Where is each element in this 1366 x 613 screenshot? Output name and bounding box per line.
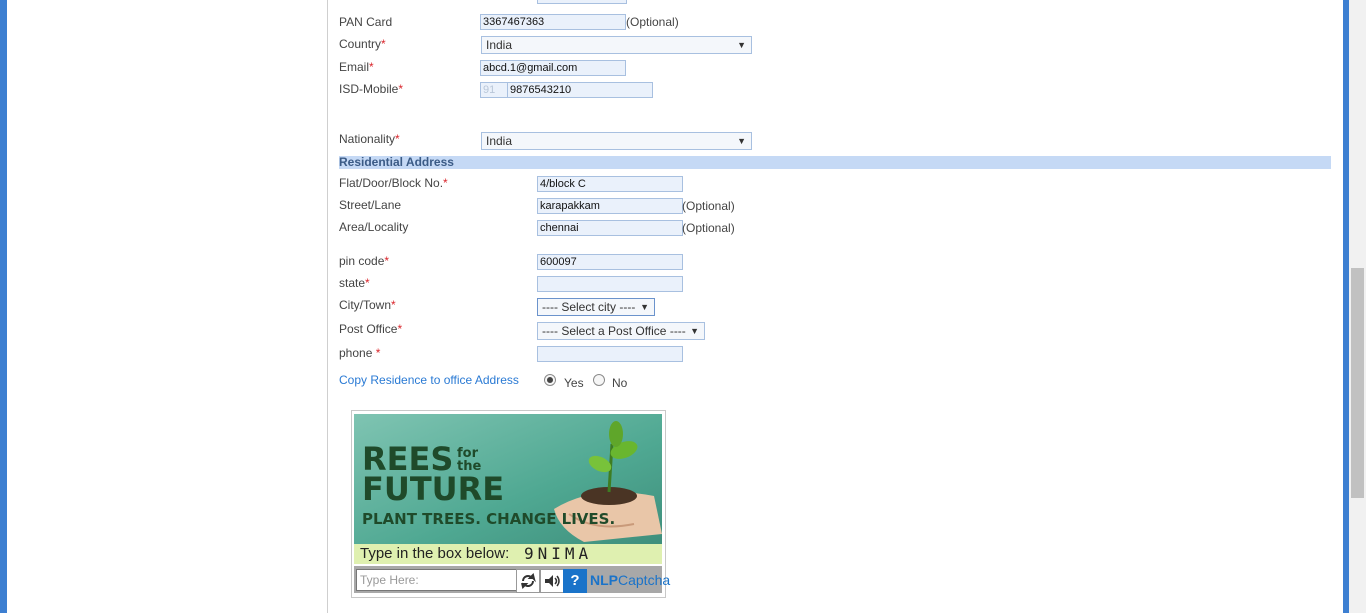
help-icon[interactable]: ?	[563, 569, 587, 593]
pan-input[interactable]: 3367467363	[480, 14, 626, 30]
radio-selected-dot	[547, 377, 553, 383]
copy-yes-label: Yes	[564, 376, 584, 390]
flat-input[interactable]: 4/block C	[537, 176, 683, 192]
street-label: Street/Lane	[339, 198, 402, 212]
pan-optional-note: (Optional)	[626, 15, 679, 29]
state-input[interactable]	[537, 276, 683, 292]
isd-mobile-label: ISD-Mobile*	[339, 82, 404, 96]
chevron-down-icon: ▼	[737, 40, 746, 50]
copy-yes-radio[interactable]	[544, 374, 556, 386]
email-input[interactable]: abcd.1@gmail.com	[480, 60, 626, 76]
country-selected-value: India	[486, 38, 513, 52]
svg-text:PLANT TREES. CHANGE LIVES.: PLANT TREES. CHANGE LIVES.	[362, 510, 615, 528]
copy-no-radio[interactable]	[593, 374, 605, 386]
copy-no-label: No	[612, 376, 628, 390]
svg-text:FUTURE: FUTURE	[362, 470, 504, 508]
chevron-down-icon: ▼	[690, 326, 699, 336]
copy-residence-label: Copy Residence to office Address	[339, 373, 519, 387]
pan-label: PAN Card	[339, 15, 393, 29]
chevron-down-icon: ▼	[640, 302, 649, 312]
pin-input[interactable]: 600097	[537, 254, 683, 270]
captcha-instruction-bar: Type in the box below: 9NIMA	[354, 544, 662, 564]
captcha-ad-image: REES for the FUTURE PLANT TREES. CHANGE …	[354, 414, 662, 544]
nationality-selected-value: India	[486, 134, 513, 148]
refresh-icon[interactable]	[516, 569, 540, 593]
country-label: Country*	[339, 37, 386, 51]
captcha-ad-graphic: REES for the FUTURE PLANT TREES. CHANGE …	[354, 414, 662, 544]
phone-label: phone *	[339, 346, 381, 360]
city-selected-value: ---- Select city ----	[542, 300, 636, 314]
speaker-icon[interactable]	[540, 569, 564, 593]
area-label: Area/Locality	[339, 220, 409, 234]
chevron-down-icon: ▼	[737, 136, 746, 146]
street-optional-note: (Optional)	[682, 199, 735, 213]
flat-label: Flat/Door/Block No.*	[339, 176, 448, 190]
residential-address-heading: Residential Address	[339, 156, 1331, 169]
nationality-label: Nationality*	[339, 132, 400, 146]
post-office-selected-value: ---- Select a Post Office ----	[542, 324, 686, 338]
mobile-input[interactable]: 9876543210	[507, 82, 653, 98]
captcha-code: 9NIMA	[524, 544, 593, 563]
area-input[interactable]: chennai	[537, 220, 683, 236]
area-optional-note: (Optional)	[682, 221, 735, 235]
nationality-select[interactable]: India ▼	[481, 132, 752, 150]
country-select[interactable]: India ▼	[481, 36, 752, 54]
left-frame-border	[0, 0, 7, 613]
cutoff-field[interactable]	[537, 0, 627, 4]
phone-input[interactable]	[537, 346, 683, 362]
captcha-instruction: Type in the box below:	[360, 545, 510, 562]
isd-code-input[interactable]: 91	[480, 82, 508, 98]
captcha-input[interactable]: Type Here:	[356, 569, 518, 591]
city-select[interactable]: ---- Select city ---- ▼	[537, 298, 655, 316]
city-label: City/Town*	[339, 298, 396, 312]
post-office-select[interactable]: ---- Select a Post Office ---- ▼	[537, 322, 705, 340]
email-label: Email*	[339, 60, 374, 74]
state-label: state*	[339, 276, 370, 290]
street-input[interactable]: karapakkam	[537, 198, 683, 214]
pin-label: pin code*	[339, 254, 390, 268]
content-divider	[327, 0, 328, 613]
nlp-captcha-logo: NLPCaptcha	[590, 572, 671, 588]
page-background	[0, 0, 1366, 613]
post-office-label: Post Office*	[339, 322, 403, 336]
scrollbar-thumb[interactable]	[1351, 268, 1364, 498]
